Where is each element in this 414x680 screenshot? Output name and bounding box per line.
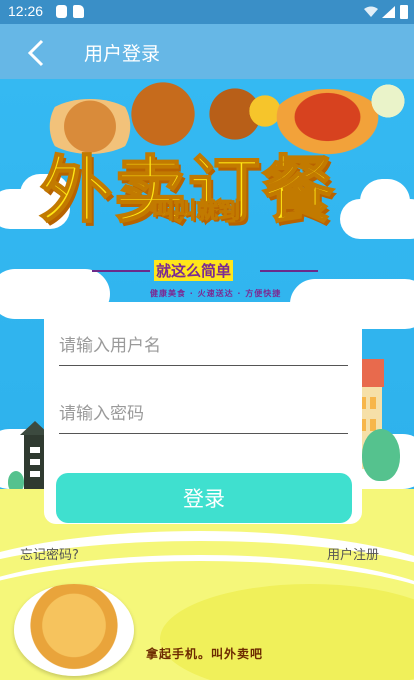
wifi-icon — [364, 6, 378, 17]
battery-icon — [400, 5, 408, 19]
tagline: 就这么简单 — [92, 259, 318, 281]
features-text: 健康美食 · 火速送达 · 方便快捷 — [150, 289, 282, 298]
username-input[interactable] — [59, 326, 348, 365]
page-title: 用户登录 — [84, 43, 161, 65]
notification-icon — [56, 5, 67, 18]
login-button[interactable]: 登录 — [56, 473, 352, 523]
chevron-left-icon[interactable] — [20, 36, 54, 70]
password-input[interactable] — [59, 394, 348, 433]
forgot-password-link[interactable]: 忘记密码? — [20, 544, 79, 563]
spaghetti-image — [14, 584, 134, 676]
balloon-image — [368, 79, 408, 123]
headline-subtext: 叫叫就到 — [151, 199, 241, 225]
signal-icon — [382, 6, 395, 18]
login-card: 登录 — [44, 302, 362, 524]
register-link[interactable]: 用户注册 — [327, 544, 379, 563]
slogan-text: 拿起手机。叫外卖吧 — [146, 647, 264, 661]
app-bar: 用户登录 — [0, 24, 414, 79]
username-field — [59, 326, 348, 366]
status-bar: 12:26 — [0, 0, 414, 24]
tree-right — [362, 429, 400, 481]
headline-logo: 外卖订餐 叫叫就到 — [39, 131, 380, 246]
sd-card-icon — [73, 5, 84, 18]
status-time: 12:26 — [8, 3, 44, 19]
password-field — [59, 394, 348, 434]
tagline-text: 就这么简单 — [154, 260, 234, 281]
